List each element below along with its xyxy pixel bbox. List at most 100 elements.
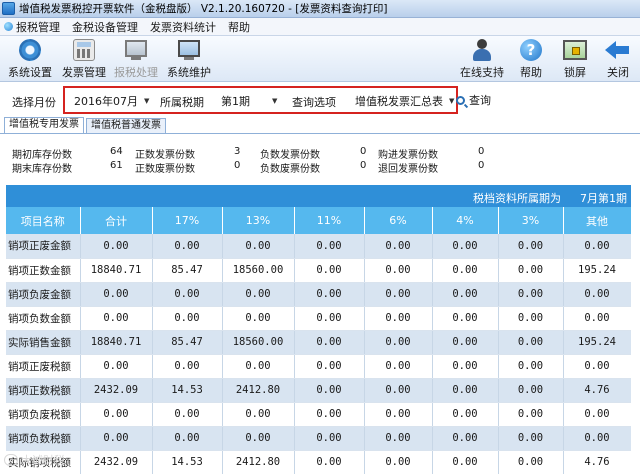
row-value-cell: 0.00: [432, 282, 499, 307]
month-select[interactable]: 2016年07月 ▼: [74, 93, 149, 109]
row-value-cell: 0.00: [498, 282, 564, 307]
row-value-cell: 0.00: [432, 306, 499, 331]
exit-arrow-icon: [605, 38, 631, 62]
row-value-cell: 0.00: [80, 234, 153, 259]
lock-screen-button[interactable]: 锁屏: [562, 38, 588, 80]
help-icon: ?: [518, 38, 544, 62]
invoice-management-button[interactable]: 发票管理: [62, 38, 106, 80]
row-value-cell: 0.00: [498, 378, 564, 403]
row-value-cell: 14.53: [152, 450, 223, 474]
negative-issued-label: 负数发票份数: [260, 150, 320, 161]
row-value-cell: 0.00: [563, 402, 631, 427]
row-value-cell: 0.00: [563, 354, 631, 379]
row-value-cell: 0.00: [364, 426, 433, 451]
lock-icon: [562, 38, 588, 62]
person-icon: [469, 38, 495, 62]
row-value-cell: 0.00: [294, 450, 365, 474]
column-header: 17%: [152, 207, 223, 234]
help-button[interactable]: ? 帮助: [518, 38, 544, 80]
window-title: 增值税发票税控开票软件（金税盘版） V2.1.20.160720 - [发票资料…: [19, 3, 388, 15]
menu-label: 报税管理: [16, 20, 60, 34]
toolbar-label: 帮助: [520, 66, 542, 79]
row-value-cell: 0.00: [432, 234, 499, 259]
menu-help[interactable]: 帮助: [228, 19, 250, 35]
table-row[interactable]: 销项正数税额 2432.09 14.53 2412.80 0.00 0.00 0.00 0.0…: [6, 378, 631, 403]
table-row[interactable]: 销项正废金额 0.00 0.00 0.00 0.00 0.00 0.00 0.00 0.00: [6, 234, 631, 259]
monitor-icon: [176, 38, 202, 62]
row-value-cell: 0.00: [364, 330, 433, 355]
row-value-cell: 0.00: [364, 354, 433, 379]
query-option-label: 查询选项: [292, 96, 336, 109]
menu-label: 发票资料统计: [150, 20, 216, 34]
menu-device-management[interactable]: 金税设备管理: [72, 19, 138, 35]
search-button[interactable]: 查询: [456, 92, 491, 108]
toolbar-label: 报税处理: [114, 66, 158, 79]
gear-icon: [17, 38, 43, 62]
normal-void-value: 0: [234, 160, 241, 171]
toolbar-label: 锁屏: [564, 66, 586, 79]
system-maintenance-button[interactable]: 系统维护: [167, 38, 211, 80]
tax-processing-button[interactable]: 报税处理: [114, 38, 158, 80]
table-row[interactable]: 销项正废税额 0.00 0.00 0.00 0.00 0.00 0.00 0.00 0.00: [6, 354, 631, 379]
row-value-cell: 4.76: [563, 450, 631, 474]
row-item-name: 销项正数税额: [6, 378, 81, 403]
closing-stock-value: 61: [110, 160, 123, 171]
row-value-cell: 18840.71: [80, 330, 153, 355]
tab-ordinary-vat-invoice[interactable]: 增值税普通发票: [86, 118, 166, 133]
row-value-cell: 0.00: [432, 330, 499, 355]
calculator-icon: [71, 38, 97, 62]
menu-invoice-statistics[interactable]: 发票资料统计: [150, 19, 216, 35]
table-row[interactable]: 实际销项税额 2432.09 14.53 2412.80 0.00 0.00 0.00 0.0…: [6, 450, 631, 474]
table-row[interactable]: 销项负数金额 0.00 0.00 0.00 0.00 0.00 0.00 0.00 0.00: [6, 306, 631, 331]
row-value-cell: 0.00: [498, 450, 564, 474]
app-icon: [2, 2, 15, 15]
row-value-cell: 0.00: [294, 378, 365, 403]
row-value-cell: 0.00: [222, 426, 295, 451]
table-row[interactable]: 销项正数金额 18840.71 85.47 18560.00 0.00 0.00 0.00 0…: [6, 258, 631, 283]
chevron-down-icon: ▼: [144, 97, 150, 105]
toolbar: 系统设置 发票管理 报税处理 系统维护 在线支持 ? 帮助 锁屏 关闭: [0, 36, 640, 82]
row-item-name: 销项负废金额: [6, 282, 81, 307]
opening-stock-label: 期初库存份数: [12, 150, 72, 161]
row-value-cell: 0.00: [563, 282, 631, 307]
menu-label: 帮助: [228, 20, 250, 34]
returned-label: 退回发票份数: [378, 164, 438, 175]
tab-special-vat-invoice[interactable]: 增值税专用发票: [4, 117, 84, 133]
close-button[interactable]: 关闭: [605, 38, 631, 80]
online-support-button[interactable]: 在线支持: [460, 38, 504, 80]
row-value-cell: 0.00: [152, 234, 223, 259]
row-item-name: 销项负数税额: [6, 426, 81, 451]
row-item-name: 销项正废税额: [6, 354, 81, 379]
row-value-cell: 195.24: [563, 330, 631, 355]
report-period-label: 税档资料所属期为: [473, 192, 561, 205]
row-value-cell: 0.00: [498, 426, 564, 451]
table-row[interactable]: 实际销售金额 18840.71 85.47 18560.00 0.00 0.00 0.00 0…: [6, 330, 631, 355]
row-value-cell: 0.00: [222, 282, 295, 307]
row-value-cell: 18560.00: [222, 258, 295, 283]
menu-bar: 报税管理 金税设备管理 发票资料统计 帮助: [0, 18, 640, 36]
table-row[interactable]: 销项负废金额 0.00 0.00 0.00 0.00 0.00 0.00 0.00 0.00: [6, 282, 631, 307]
toolbar-label: 关闭: [607, 66, 629, 79]
wechat-icon: [4, 454, 18, 466]
purchased-value: 0: [478, 146, 485, 157]
negative-void-value: 0: [360, 160, 367, 171]
row-value-cell: 0.00: [294, 354, 365, 379]
row-value-cell: 0.00: [432, 402, 499, 427]
period-select[interactable]: 第1期 ▼: [221, 93, 277, 109]
column-header: 3%: [498, 207, 564, 234]
table-row[interactable]: 销项负数税额 0.00 0.00 0.00 0.00 0.00 0.00 0.00 0.00: [6, 426, 631, 451]
table-row[interactable]: 销项负废税额 0.00 0.00 0.00 0.00 0.00 0.00 0.00 0.00: [6, 402, 631, 427]
system-settings-button[interactable]: 系统设置: [8, 38, 52, 80]
menu-tax-management[interactable]: 报税管理: [4, 19, 60, 35]
row-value-cell: 0.00: [364, 282, 433, 307]
report-header: 税档资料所属期为 7月第1期: [6, 185, 631, 207]
row-value-cell: 0.00: [152, 402, 223, 427]
row-value-cell: 0.00: [563, 306, 631, 331]
normal-issued-label: 正数发票份数: [135, 150, 195, 161]
query-option-select[interactable]: 增值税发票汇总表 ▼: [355, 93, 454, 109]
summary-table[interactable]: 项目名称 合计 17% 13% 11% 6% 4% 3% 其他 销项正废金额 0.…: [6, 207, 631, 474]
row-item-name: 销项正废金额: [6, 234, 81, 259]
negative-void-label: 负数废票份数: [260, 164, 320, 175]
row-value-cell: 0.00: [294, 402, 365, 427]
search-icon: [456, 95, 465, 105]
